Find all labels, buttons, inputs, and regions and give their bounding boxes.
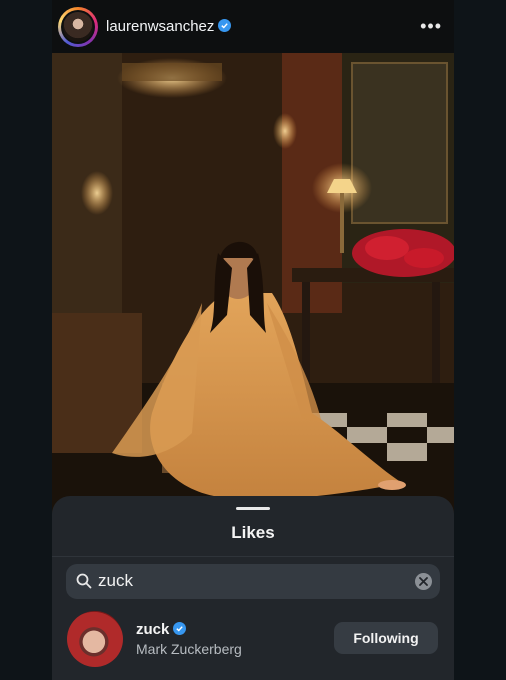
following-button[interactable]: Following [334,622,438,654]
profile-avatar[interactable] [58,7,98,47]
verified-badge-icon [218,19,232,32]
post-header: laurenwsanchez ••• [52,0,454,53]
sheet-divider [52,556,454,557]
clear-icon[interactable] [415,573,432,590]
result-username[interactable]: zuck [136,621,187,638]
search-value: zuck [98,571,133,590]
list-item[interactable]: zuck Mark Zuckerberg Following [52,606,454,670]
post-photo[interactable] [52,53,454,513]
likes-search-input[interactable]: zuck [66,564,440,599]
avatar-image [63,12,93,42]
search-icon [76,573,92,594]
avatar[interactable] [67,611,123,667]
verified-badge-icon [173,622,187,635]
result-username-label: zuck [136,621,170,638]
post-username-label: laurenwsanchez [106,18,215,35]
likes-title: Likes [231,523,275,542]
more-horizontal-icon[interactable]: ••• [420,16,442,37]
likes-sheet: Likes zuck zuck Mark Zuckerberg Followin… [52,496,454,680]
drag-handle[interactable] [236,507,270,510]
instagram-screen: laurenwsanchez ••• Likes zuck zuck Mark … [52,0,454,680]
photo-scene [52,53,454,513]
post-username[interactable]: laurenwsanchez [106,18,232,35]
result-full-name: Mark Zuckerberg [136,641,242,657]
